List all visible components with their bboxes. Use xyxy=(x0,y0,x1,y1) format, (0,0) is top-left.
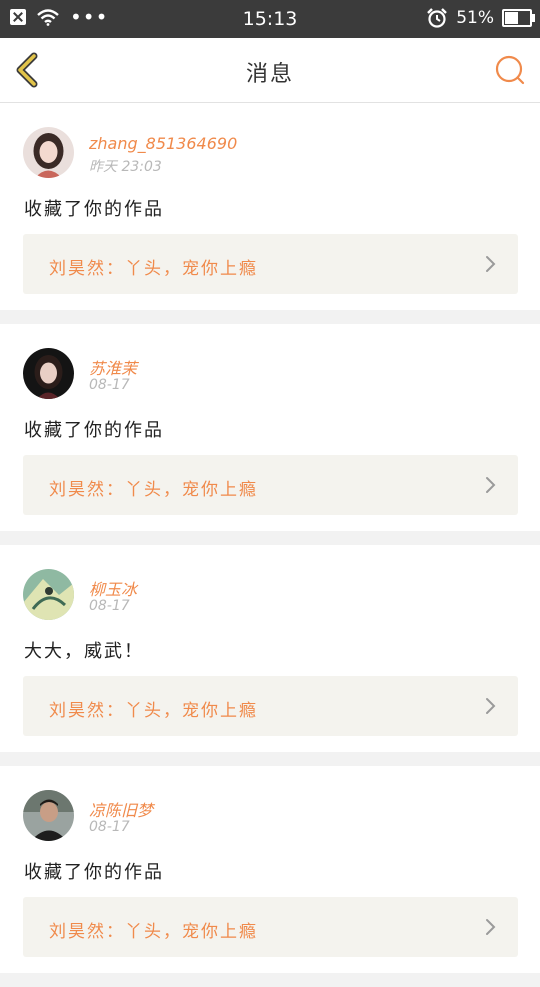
message-time: 08-17 xyxy=(89,598,130,614)
battery-level xyxy=(505,12,519,24)
search-button[interactable] xyxy=(492,52,528,88)
work-title: 刘昊然：丫头，宠你上瘾 xyxy=(49,259,258,279)
chevron-right-icon xyxy=(486,919,496,935)
work-link[interactable]: 刘昊然：丫头，宠你上瘾 xyxy=(23,234,518,294)
work-link[interactable]: 刘昊然：丫头，宠你上瘾 xyxy=(23,676,518,736)
status-bar: ••• 15:13 51% xyxy=(0,0,540,38)
avatar[interactable] xyxy=(23,569,74,620)
message-item: 凉陈旧梦 08-17 收藏了你的作品 刘昊然：丫头，宠你上瘾 xyxy=(0,766,540,973)
work-link[interactable]: 刘昊然：丫头，宠你上瘾 xyxy=(23,455,518,515)
message-text: 大大，威武！ xyxy=(24,641,144,662)
work-title: 刘昊然：丫头，宠你上瘾 xyxy=(49,480,258,500)
message-item: 苏淮茉 08-17 收藏了你的作品 刘昊然：丫头，宠你上瘾 xyxy=(0,324,540,531)
page-title: 消息 xyxy=(245,62,294,87)
sender-name[interactable]: 柳玉冰 xyxy=(89,576,137,600)
work-title: 刘昊然：丫头，宠你上瘾 xyxy=(49,922,258,942)
message-item: zhang_851364690 昨天 23:03 收藏了你的作品 刘昊然：丫头，… xyxy=(0,103,540,310)
status-bar-right: 51% xyxy=(426,7,535,29)
alarm-clock-icon xyxy=(427,8,448,28)
message-time: 08-17 xyxy=(89,377,130,393)
battery-icon xyxy=(502,9,535,27)
message-time: 08-17 xyxy=(89,819,130,835)
work-title: 刘昊然：丫头，宠你上瘾 xyxy=(49,701,258,721)
message-list: zhang_851364690 昨天 23:03 收藏了你的作品 刘昊然：丫头，… xyxy=(0,103,540,987)
message-time: 昨天 23:03 xyxy=(89,159,162,175)
chevron-right-icon xyxy=(486,698,496,714)
avatar[interactable] xyxy=(23,348,74,399)
sender-name[interactable]: zhang_851364690 xyxy=(89,134,237,153)
message-text: 收藏了你的作品 xyxy=(24,420,164,441)
work-link[interactable]: 刘昊然：丫头，宠你上瘾 xyxy=(23,897,518,957)
avatar[interactable] xyxy=(23,127,74,178)
header: 消息 xyxy=(0,38,540,103)
sender-name[interactable]: 凉陈旧梦 xyxy=(89,797,153,821)
chevron-right-icon xyxy=(486,477,496,493)
message-text: 收藏了你的作品 xyxy=(24,199,164,220)
avatar[interactable] xyxy=(23,790,74,841)
message-text: 收藏了你的作品 xyxy=(24,862,164,883)
battery-percent: 51% xyxy=(456,8,494,28)
message-item: 柳玉冰 08-17 大大，威武！ 刘昊然：丫头，宠你上瘾 xyxy=(0,545,540,752)
sender-name[interactable]: 苏淮茉 xyxy=(89,355,137,379)
search-icon xyxy=(495,55,525,85)
chevron-right-icon xyxy=(486,256,496,272)
